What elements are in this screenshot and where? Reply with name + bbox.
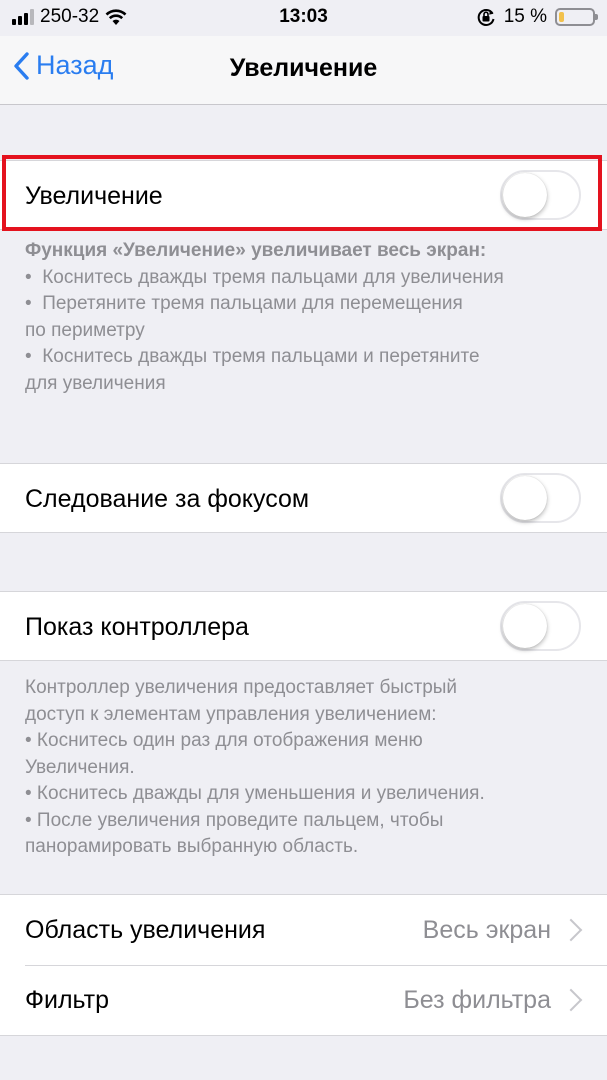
zoom-description: Функция «Увеличение» увеличивает весь эк… xyxy=(25,238,585,397)
controller-description-line: • Коснитесь дважды для уменьшения и увел… xyxy=(25,783,485,804)
zoom-description-line: по периметру xyxy=(25,319,145,341)
battery-icon xyxy=(555,8,598,26)
battery-fill xyxy=(559,12,564,22)
zoom-label: Увеличение xyxy=(25,182,163,210)
page-title: Увеличение xyxy=(229,54,378,82)
controller-label: Показ контроллера xyxy=(25,613,249,641)
zoom-description-title: Функция «Увеличение» увеличивает весь эк… xyxy=(25,240,487,261)
controller-description: Контроллер увеличения предоставляет быст… xyxy=(25,675,585,861)
controller-description-line: панорамировать выбранную область. xyxy=(25,836,359,857)
navigation-bar: Назад Увеличение xyxy=(0,36,607,105)
toggle-knob xyxy=(503,476,547,520)
toggle-knob xyxy=(503,173,547,217)
chevron-right-icon xyxy=(559,988,583,1012)
status-bar: 250-32 13:03 15 % xyxy=(0,0,607,36)
follow-focus-cell: Следование за фокусом xyxy=(0,463,607,533)
chevron-right-icon xyxy=(559,918,583,942)
filter-row[interactable]: Фильтр Без фильтра xyxy=(0,966,607,1036)
zoom-description-line: • Перетяните тремя пальцами для перемеще… xyxy=(25,293,463,314)
follow-focus-toggle[interactable] xyxy=(500,473,581,523)
controller-cell: Показ контроллера xyxy=(0,591,607,661)
zoom-description-line: • Коснитесь дважды тремя пальцами для ув… xyxy=(25,266,504,288)
controller-description-line: доступ к элементам управления увеличение… xyxy=(25,703,437,725)
battery-percent: 15 % xyxy=(503,6,547,27)
zoom-region-label: Область увеличения xyxy=(25,916,266,944)
settings-group: Область увеличения Весь экран Фильтр Без… xyxy=(0,894,607,1036)
filter-label: Фильтр xyxy=(25,986,109,1014)
controller-description-line: Контроллер увеличения предоставляет быст… xyxy=(25,677,458,698)
controller-description-line: Увеличения. xyxy=(25,756,135,778)
controller-toggle[interactable] xyxy=(500,601,581,651)
filter-value: Без фильтра xyxy=(403,986,551,1014)
zoom-cell: Увеличение xyxy=(0,160,607,230)
toggle-knob xyxy=(503,604,547,648)
status-right: 15 % xyxy=(476,6,598,28)
zoom-description-line: • Коснитесь дважды тремя пальцами и пере… xyxy=(25,346,480,367)
follow-focus-label: Следование за фокусом xyxy=(25,485,310,513)
zoom-region-value: Весь экран xyxy=(422,916,551,944)
zoom-region-row[interactable]: Область увеличения Весь экран xyxy=(0,895,607,965)
zoom-description-line: для увеличения xyxy=(25,372,166,394)
orientation-lock-icon xyxy=(477,9,495,26)
controller-description-line: • После увеличения проведите пальцем, чт… xyxy=(25,809,444,831)
zoom-toggle[interactable] xyxy=(500,170,581,220)
controller-description-line: • Коснитесь один раз для отображения мен… xyxy=(25,730,423,751)
